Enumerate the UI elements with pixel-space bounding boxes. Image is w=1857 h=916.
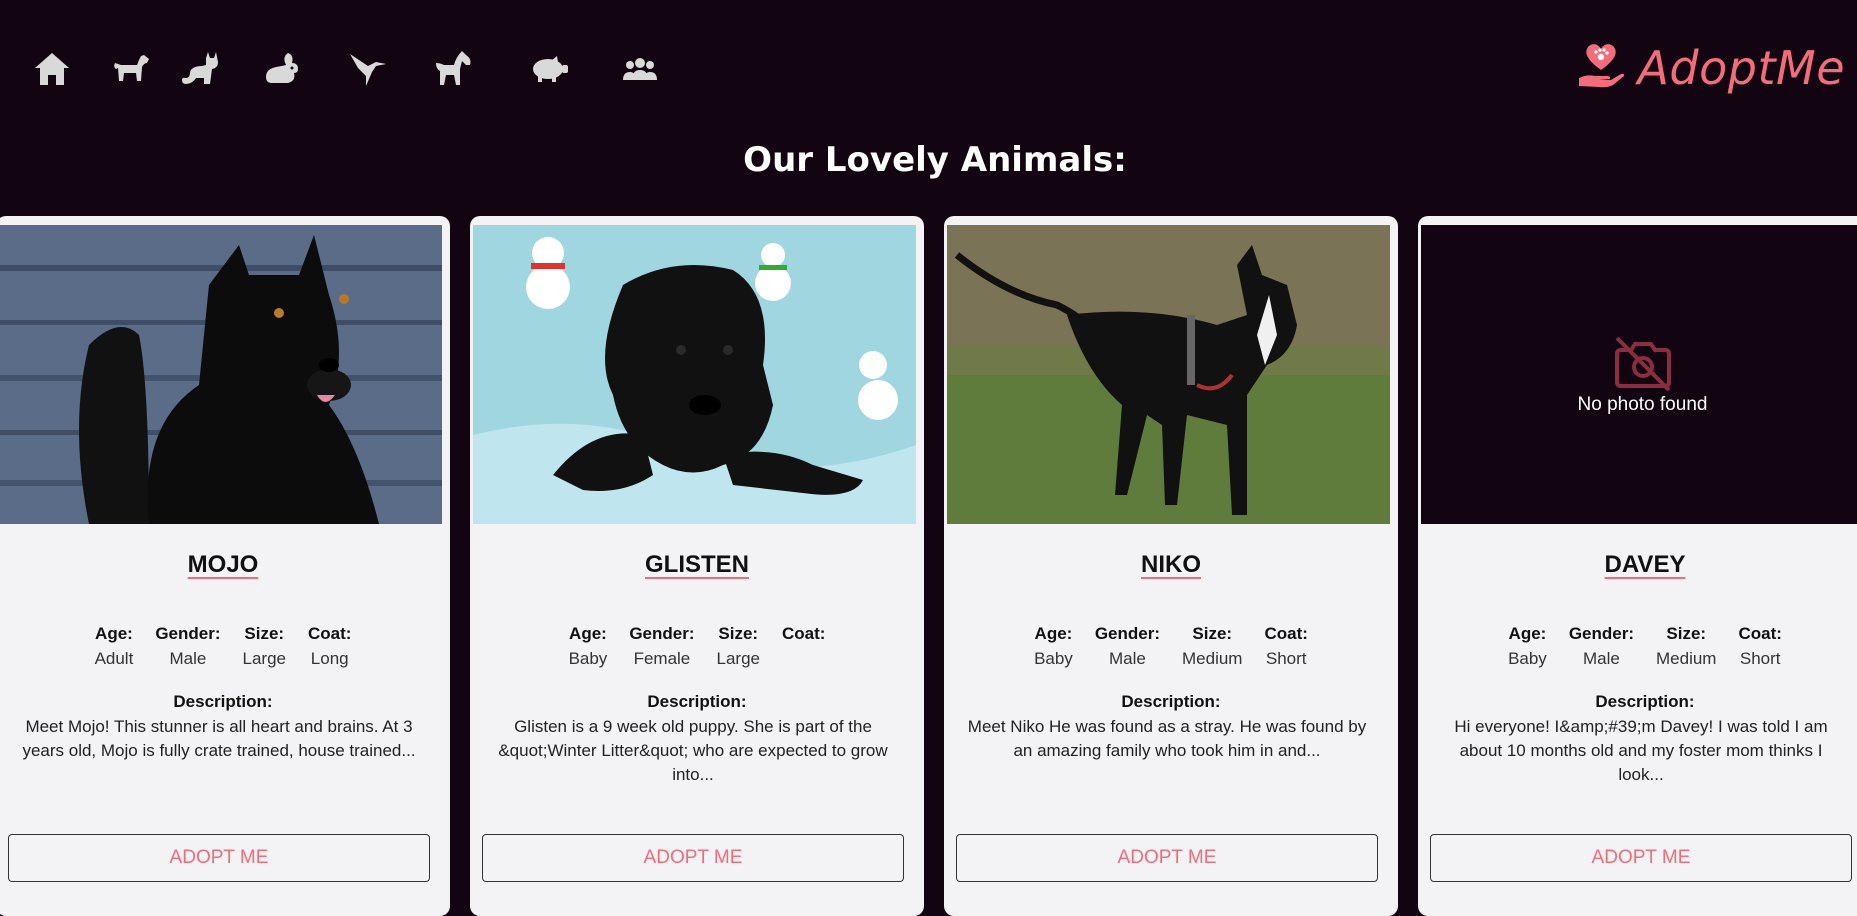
age-value: Baby	[568, 649, 608, 668]
brand-name: AdoptMe	[1637, 40, 1845, 95]
gender-label: Gender:	[1094, 624, 1160, 643]
size-value: Large	[242, 649, 286, 668]
description-text: Meet Niko He was found as a stray. He wa…	[967, 717, 1367, 760]
heart-hand-paw-icon	[1577, 40, 1629, 95]
animal-name[interactable]: DAVEY	[1418, 551, 1857, 579]
coat-value: Short	[1739, 649, 1781, 668]
navbar: AdoptMe	[0, 0, 1857, 130]
page-title: Our Lovely Animals:	[743, 140, 1127, 180]
description-label: Description:	[173, 692, 273, 711]
animal-name[interactable]: NIKO	[944, 551, 1398, 579]
coat-value: Long	[310, 649, 349, 668]
gender-value: Male	[1582, 649, 1620, 668]
age-value: Baby	[1508, 649, 1547, 668]
animal-attributes: Age: Baby Gender: Male Size: Medium Coat: Sh…	[1418, 624, 1857, 669]
cat-icon[interactable]	[180, 46, 220, 92]
animal-name[interactable]: MOJO	[0, 551, 450, 579]
animal-attributes: Age: Adult Gender: Male Size: Large Coat: Lo…	[0, 624, 450, 669]
brand-logo[interactable]: AdoptMe	[1577, 40, 1845, 95]
age-value: Baby	[1034, 649, 1073, 668]
home-icon[interactable]	[30, 46, 74, 92]
no-photo-text: No photo found	[1577, 393, 1708, 415]
age-label: Age:	[569, 624, 607, 643]
age-label: Age:	[1508, 624, 1547, 643]
gender-label: Gender:	[155, 624, 221, 643]
camera-off-icon	[1611, 334, 1675, 392]
gender-value: Male	[1108, 649, 1146, 668]
size-label: Size:	[1192, 624, 1233, 643]
users-icon[interactable]	[620, 46, 660, 92]
gender-label: Gender:	[629, 624, 695, 643]
age-label: Age:	[95, 624, 133, 643]
size-label: Size:	[718, 624, 759, 643]
animal-photo[interactable]	[473, 225, 916, 524]
gender-value: Female	[633, 649, 691, 668]
description-label: Description:	[1121, 692, 1221, 711]
gender-value: Male	[169, 649, 207, 668]
coat-label: Coat:	[307, 624, 352, 643]
rabbit-icon[interactable]	[262, 46, 302, 92]
animal-card: No photo found DAVEY Age: Baby Gender: Mal…	[1418, 216, 1857, 916]
adopt-me-button[interactable]: ADOPT ME	[482, 834, 904, 882]
adopt-me-button[interactable]: ADOPT ME	[1430, 834, 1852, 882]
coat-label: Coat:	[781, 624, 826, 643]
animal-card: GLISTEN Age: Baby Gender: Female Size: Larg…	[470, 216, 924, 916]
description-text: Hi everyone! I&amp;#39;m Davey! I was to…	[1454, 717, 1828, 784]
horse-icon[interactable]	[432, 46, 474, 92]
coat-label: Coat:	[1738, 624, 1782, 643]
coat-value: Short	[1265, 649, 1307, 668]
animal-attributes: Age: Baby Gender: Male Size: Medium Coat: Sh…	[944, 624, 1398, 669]
age-value: Adult	[94, 649, 134, 668]
dog-icon[interactable]	[110, 46, 152, 92]
description-text: Meet Mojo! This stunner is all heart and…	[22, 717, 416, 760]
bird-icon[interactable]	[348, 46, 388, 92]
gender-label: Gender:	[1568, 624, 1634, 643]
adopt-me-button[interactable]: ADOPT ME	[8, 834, 430, 882]
description-text: Glisten is a 9 week old puppy. She is pa…	[498, 717, 888, 784]
size-label: Size:	[244, 624, 285, 643]
animal-name[interactable]: GLISTEN	[470, 551, 924, 579]
animal-photo[interactable]	[947, 225, 1390, 524]
size-label: Size:	[1666, 624, 1707, 643]
adopt-me-button[interactable]: ADOPT ME	[956, 834, 1378, 882]
description-label: Description:	[1595, 692, 1695, 711]
no-photo-placeholder: No photo found	[1421, 225, 1857, 524]
animal-card: NIKO Age: Baby Gender: Male Size: Medium Co…	[944, 216, 1398, 916]
animal-attributes: Age: Baby Gender: Female Size: Large Coat:	[470, 624, 924, 669]
animal-photo[interactable]	[0, 225, 442, 524]
animal-card: MOJO Age: Adult Gender: Male Size: Large Co…	[0, 216, 450, 916]
size-value: Large	[716, 649, 760, 668]
pig-icon[interactable]	[530, 46, 570, 92]
size-value: Medium	[1182, 649, 1243, 668]
size-value: Medium	[1656, 649, 1717, 668]
coat-label: Coat:	[1264, 624, 1308, 643]
age-label: Age:	[1034, 624, 1073, 643]
description-label: Description:	[647, 692, 747, 711]
